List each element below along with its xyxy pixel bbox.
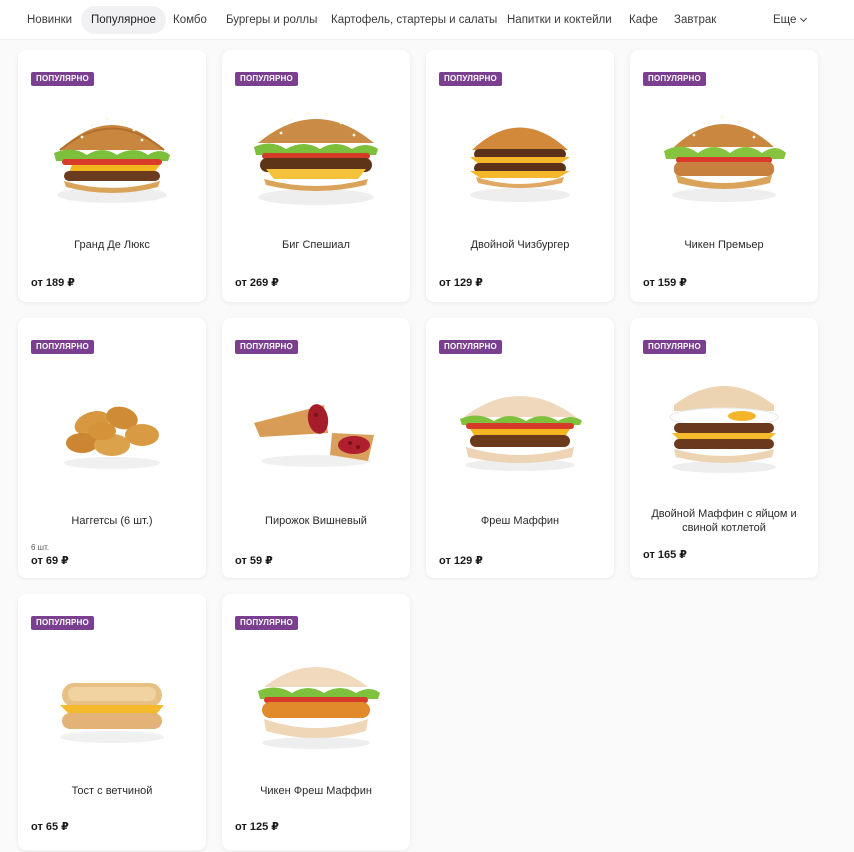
popular-badge: ПОПУЛЯРНО <box>643 72 706 86</box>
product-price: от 125 ₽ <box>235 821 279 833</box>
nav-more-button[interactable]: Еще <box>773 6 808 34</box>
nav-item-combo[interactable]: Комбо <box>173 6 207 34</box>
chicken-burger-icon <box>664 115 786 202</box>
product-grid: ПОПУЛЯРНО Гранд Де Люкс от 189 ₽ ПОПУЛЯР… <box>0 40 854 852</box>
product-name: Чикен Премьер <box>684 239 764 251</box>
product-name: Пирожок Вишневый <box>265 515 367 527</box>
popular-badge: ПОПУЛЯРНО <box>31 72 94 86</box>
chevron-down-icon <box>800 14 808 23</box>
product-name: Двойной Маффин с яйцом и свиной котлетой <box>651 508 797 534</box>
product-price: от 165 ₽ <box>643 549 687 561</box>
popular-badge: ПОПУЛЯРНО <box>31 340 94 354</box>
product-card[interactable]: ПОПУЛЯРНО Чикен Фреш Маффин от 125 ₽ <box>222 594 410 850</box>
product-card[interactable]: ПОПУЛЯРНО Гранд Де Люкс от 189 ₽ <box>18 50 206 302</box>
product-name: Гранд Де Люкс <box>74 239 150 251</box>
popular-badge: ПОПУЛЯРНО <box>235 340 298 354</box>
product-price: от 65 ₽ <box>31 821 69 833</box>
product-portion-note: 6 шт. <box>31 543 50 552</box>
popular-badge: ПОПУЛЯРНО <box>439 72 502 86</box>
nuggets-icon <box>64 406 160 469</box>
product-price: от 159 ₽ <box>643 277 687 289</box>
popular-badge: ПОПУЛЯРНО <box>439 340 502 354</box>
popular-badge: ПОПУЛЯРНО <box>235 616 298 630</box>
product-card[interactable]: ПОПУЛЯРНО Двойной Маффин с яйцом и свино… <box>630 318 818 578</box>
category-nav: Новинки Популярное Комбо Бургеры и роллы… <box>0 0 854 40</box>
popular-badge: ПОПУЛЯРНО <box>31 616 94 630</box>
nav-more-label: Еще <box>773 14 797 26</box>
product-name: Биг Спешиал <box>282 239 350 251</box>
product-name: Тост с ветчиной <box>71 785 153 797</box>
popular-badge: ПОПУЛЯРНО <box>643 340 706 354</box>
product-card[interactable]: ПОПУЛЯРНО Фреш Маффин от 129 ₽ <box>426 318 614 578</box>
product-name: Фреш Маффин <box>480 515 560 527</box>
product-price: от 189 ₽ <box>31 277 75 289</box>
chicken-muffin-icon <box>258 667 380 749</box>
nav-item-fries-starters[interactable]: Картофель, стартеры и салаты <box>331 6 497 34</box>
toast-icon <box>60 683 164 743</box>
nav-item-popular[interactable]: Популярное <box>81 6 166 34</box>
product-price: от 269 ₽ <box>235 277 279 289</box>
nav-item-burgers[interactable]: Бургеры и роллы <box>226 6 317 34</box>
cheeseburger-icon <box>470 127 570 202</box>
popular-badge: ПОПУЛЯРНО <box>235 72 298 86</box>
egg-muffin-icon <box>669 386 779 473</box>
product-name: Наггетсы (6 шт.) <box>71 515 153 527</box>
burger-icon <box>254 111 378 205</box>
muffin-icon <box>460 396 582 471</box>
nav-item-drinks[interactable]: Напитки и коктейли <box>507 6 612 34</box>
product-name: Чикен Фреш Маффин <box>260 785 372 797</box>
product-price: от 129 ₽ <box>439 555 483 567</box>
product-card[interactable]: ПОПУЛЯРНО Пирожок Вишневый от 59 ₽ <box>222 318 410 578</box>
product-price: от 69 ₽ <box>31 555 69 567</box>
product-card[interactable]: ПОПУЛЯРНО Чикен Премьер от 159 ₽ <box>630 50 818 302</box>
product-name: Двойной Чизбургер <box>470 239 570 251</box>
nav-item-breakfast[interactable]: Завтрак <box>674 6 716 34</box>
product-price: от 59 ₽ <box>235 555 273 567</box>
product-card[interactable]: ПОПУЛЯРНО Наггетсы (6 шт.) 6 шт. от 69 ₽ <box>18 318 206 578</box>
nav-item-cafe[interactable]: Кафе <box>629 6 658 34</box>
burger-icon <box>54 117 170 203</box>
cherry-pie-icon <box>254 404 374 467</box>
nav-item-new[interactable]: Новинки <box>27 6 72 34</box>
product-card[interactable]: ПОПУЛЯРНО Тост с ветчиной от 65 ₽ <box>18 594 206 850</box>
product-price: от 129 ₽ <box>439 277 483 289</box>
product-card[interactable]: ПОПУЛЯРНО Биг Спешиал от 269 ₽ <box>222 50 410 302</box>
product-card[interactable]: ПОПУЛЯРНО Двойной Чизбургер от 129 ₽ <box>426 50 614 302</box>
